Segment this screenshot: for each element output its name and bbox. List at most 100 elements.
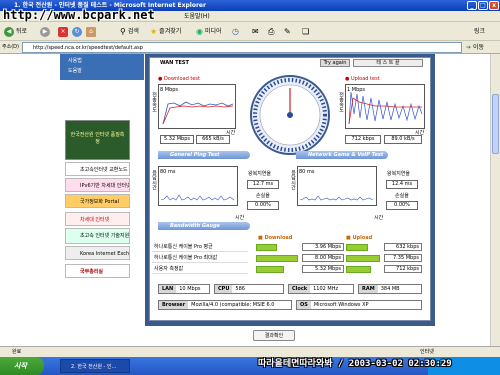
upload-title-text: Upload test xyxy=(350,76,380,82)
forward-arrow-icon: ▶ xyxy=(40,26,50,37)
banner-ipv6[interactable]: IPv6기반 차세대 인터넷망 xyxy=(65,178,130,192)
nca-banner-label: 한국전산원 인터넷 품질측정 xyxy=(70,132,125,145)
os-info: OS Microsoft Windows XP xyxy=(296,300,422,310)
game-xlabel: 시간 xyxy=(374,215,384,221)
address-bar: 주소(D) http://speed.nca.or.kr/speedtest/d… xyxy=(0,41,500,54)
download-max-label: 8 Mbps xyxy=(160,87,178,93)
bw-download-value: 3.96 Mbps xyxy=(302,243,344,251)
upload-kbs: 89.0 kB/s xyxy=(384,135,422,144)
mail-button[interactable]: ✉ xyxy=(252,25,259,38)
nav-item-help[interactable]: 도움말 xyxy=(60,64,144,74)
star-icon: ★ xyxy=(150,27,158,36)
bw-upload-bar xyxy=(346,255,380,262)
banner-kix[interactable]: Korea Internet Exchange xyxy=(65,246,130,260)
nca-banner[interactable]: 한국전산원 인터넷 품질측정 xyxy=(65,120,130,160)
ping-xlabel: 시간 xyxy=(235,215,245,221)
discuss-button[interactable]: ❏ xyxy=(302,25,309,38)
start-button[interactable]: 시작 xyxy=(0,357,44,375)
history-button[interactable]: ◷ xyxy=(232,25,239,38)
banner-exchange-node[interactable]: 초고속인터넷 교환노드 xyxy=(65,162,130,176)
ram-info: RAM 384 MB xyxy=(358,284,422,294)
search-button[interactable]: ⚲ 검색 xyxy=(120,25,139,38)
bw-download-head-text: Download xyxy=(264,235,293,241)
search-label: 검색 xyxy=(127,28,139,35)
media-button[interactable]: ◉ 미디어 xyxy=(196,25,222,38)
os-key: OS xyxy=(297,301,311,309)
bw-download-bar xyxy=(256,255,298,262)
close-button[interactable]: x xyxy=(489,1,499,10)
media-label: 미디어 xyxy=(204,28,222,35)
ping-ylabel: 응답시간 xyxy=(151,170,157,190)
banner-pm-office[interactable]: 국무총리실 xyxy=(65,264,130,278)
toolbar: ◀ 뒤로 ▶ × ↻ ⌂ ⚲ 검색 ★ 즐겨찾기 ◉ 미디어 ◷ ✉ ⎙ ✎ ❏… xyxy=(0,22,500,41)
game-avg-label: 왕복지연율 xyxy=(387,171,411,177)
bw-upload-value: 712 kbps xyxy=(384,265,422,273)
game-loss-label: 손실율 xyxy=(395,193,409,199)
favorites-button[interactable]: ★ 즐겨찾기 xyxy=(150,25,181,38)
lan-info: LAN 10 Mbps xyxy=(158,284,210,294)
refresh-button[interactable]: ↻ xyxy=(72,25,82,38)
favorites-label: 즐겨찾기 xyxy=(159,28,182,35)
banner-portal[interactable]: 국가정보화 Portal xyxy=(65,194,130,208)
download-kbs: 665 kB/s xyxy=(196,135,230,144)
back-arrow-icon: ◀ xyxy=(4,26,14,37)
clock-key: Clock xyxy=(289,285,311,293)
download-ylabel: 전송속도 xyxy=(151,92,157,112)
stop-button[interactable]: × xyxy=(58,25,68,38)
bw-download-value: 5.32 Mbps xyxy=(302,265,344,273)
bw-upload-value: 632 kbps xyxy=(384,243,422,251)
bw-row-label: 하나로통신 케이블 Pro 평균 xyxy=(152,243,248,252)
clock-value: 1102 MHz xyxy=(313,286,339,292)
address-label: 주소(D) xyxy=(2,44,19,50)
maximize-button[interactable]: □ xyxy=(478,1,488,10)
banner-list: 초고속인터넷 교환노드 IPv6기반 차세대 인터넷망 국가정보화 Portal… xyxy=(65,160,130,280)
scroll-thumb[interactable] xyxy=(492,94,499,154)
upload-ylabel: 전송속도 xyxy=(338,92,344,112)
bw-download-head: ■ Download xyxy=(258,235,293,241)
upload-title: ● Upload test xyxy=(345,76,380,82)
minimize-button[interactable]: _ xyxy=(467,1,477,10)
game-ylabel: 응답시간 xyxy=(290,170,296,190)
links-button[interactable]: 링크 xyxy=(474,25,485,38)
history-icon: ◷ xyxy=(232,27,239,36)
address-input[interactable]: http://speed.nca.or.kr/speedtest/default… xyxy=(22,42,462,53)
menu-help[interactable]: 도움말(H) xyxy=(184,11,210,22)
banner-tech-support[interactable]: 초고속 인터넷 기술지원 시스템 xyxy=(65,228,130,244)
bw-row-label: 하나로통신 케이블 Pro 최대값 xyxy=(152,254,248,263)
home-button[interactable]: ⌂ xyxy=(86,25,96,38)
print-button[interactable]: ⎙ xyxy=(268,25,274,38)
ping-avg: 12.7 ms xyxy=(247,180,279,189)
os-value: Microsoft Windows XP xyxy=(313,302,369,308)
game-avg: 12.4 ms xyxy=(386,180,418,189)
edit-button[interactable]: ✎ xyxy=(284,25,291,38)
ram-key: RAM xyxy=(359,285,378,293)
download-title-text: Download test xyxy=(163,76,200,82)
test-status: 테 스 트 끝 xyxy=(353,59,423,67)
ping-loss: 0.00% xyxy=(247,201,279,210)
back-button[interactable]: ◀ 뒤로 xyxy=(4,25,27,38)
taskbar-item-ie[interactable]: 2. 한국 전산원 - 인... xyxy=(60,359,130,373)
upload-kbps: 712 kbps xyxy=(345,135,381,144)
banner-next-internet[interactable]: 차세대 인터넷 xyxy=(65,212,130,226)
bw-upload-bar xyxy=(346,266,371,273)
address-url: http://speed.nca.or.kr/speedtest/default… xyxy=(33,45,143,51)
go-button[interactable]: ➔ 이동 xyxy=(466,42,484,53)
confirm-results-button[interactable]: 결과확인 xyxy=(253,330,295,341)
browser-value: Mozilla/4.0 (compatible; MSIE 6.0 xyxy=(191,302,275,308)
capture-stamp: 따라올테면따라와봐 / 2003-03-02 02:30:29 xyxy=(258,359,452,369)
ping-chart: 80 ms xyxy=(158,166,238,206)
speed-gauge xyxy=(250,75,330,155)
wan-test-label: WAN TEST xyxy=(160,60,189,66)
watermark: http://www.bcpark.net xyxy=(3,8,155,22)
bw-download-bar xyxy=(256,244,277,251)
forward-button[interactable]: ▶ xyxy=(40,25,50,38)
ping-max-label: 80 ms xyxy=(160,169,176,175)
gauge-hub xyxy=(287,112,293,118)
cpu-info: CPU 586 xyxy=(214,284,284,294)
download-mbps: 5.32 Mbps xyxy=(160,135,194,144)
nav-item-usage[interactable]: 사용법 xyxy=(60,54,144,64)
try-again-button[interactable]: Try again xyxy=(320,59,350,67)
cpu-key: CPU xyxy=(215,285,233,293)
bw-download-bar xyxy=(256,266,284,273)
vertical-scrollbar[interactable] xyxy=(490,54,500,346)
